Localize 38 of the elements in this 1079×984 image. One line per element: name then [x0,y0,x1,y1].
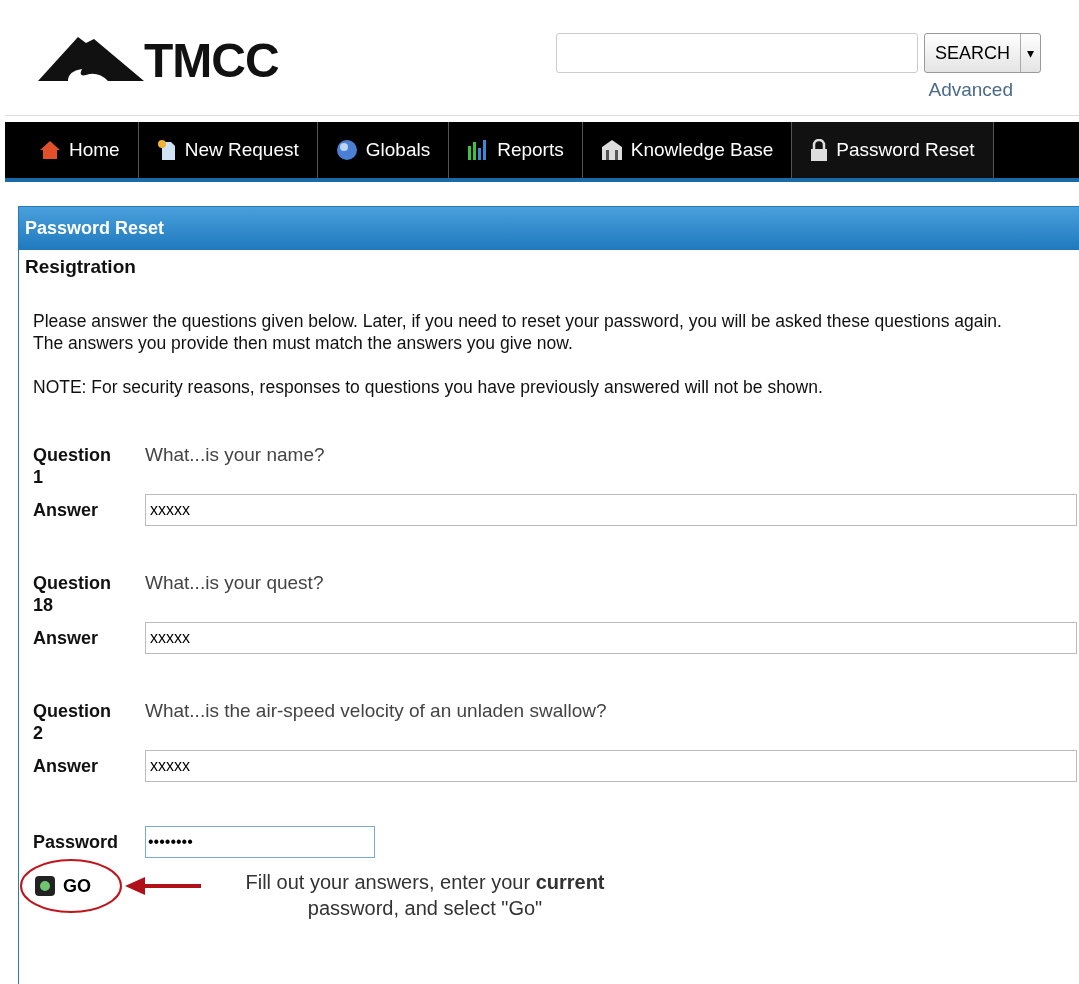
question-text: What...is your name? [145,444,325,467]
annotation-text: Fill out your answers, enter your current password, and select "Go" [244,870,606,921]
note-paragraph: NOTE: For security reasons, responses to questions you have previously answered will not be shown. [33,376,824,398]
panel-title: Password Reset [19,207,1079,250]
advanced-search-link[interactable]: Advanced [928,79,1013,101]
answer-label: Answer [33,755,100,777]
nav-tab[interactable]: Home [5,122,139,178]
mountain-logo-icon [38,35,144,81]
search-field[interactable] [556,33,918,73]
nav-tab[interactable]: New Request [138,122,318,178]
nav-tab[interactable]: Reports [449,122,583,178]
answer-field[interactable]: xxxxx [145,494,1077,526]
tmcc-logo[interactable]: TMCC [38,35,279,81]
answer-label: Answer [33,499,100,521]
section-heading: Resigtration [24,255,137,279]
padlock-icon [810,139,829,161]
home-icon [39,140,61,160]
intro-paragraph: Please answer the questions given below. Later, if you need to reset your password, you will be asked these questions again. The answers you provide then must match the answers you give now. [33,310,1003,354]
question-text: What...is the air-speed velocity of an unladen swallow? [145,700,607,723]
answer-field[interactable]: xxxxx [145,622,1077,654]
question-text: What...is your quest? [145,572,324,595]
nav-tab[interactable]: Password Reset [792,122,994,178]
question-label: Question 1 [33,444,112,488]
answer-label: Answer [33,627,100,649]
dropdown-caret-button[interactable]: ▾ [1020,34,1040,72]
password-field[interactable]: •••••••• [145,826,375,858]
arrow-icon [125,876,201,896]
search-button[interactable]: SEARCH [925,34,1020,72]
answer-field[interactable]: xxxxx [145,750,1077,782]
globe-icon [335,139,358,161]
logo-text: TMCC [144,41,279,81]
question-label: Question 2 [33,700,112,744]
status-light-icon [35,876,55,896]
building-icon [600,139,623,161]
password-label: Password [33,831,120,853]
document-icon [156,139,177,161]
nav-tab[interactable]: Globals [317,122,450,178]
question-label: Question 18 [33,572,112,616]
